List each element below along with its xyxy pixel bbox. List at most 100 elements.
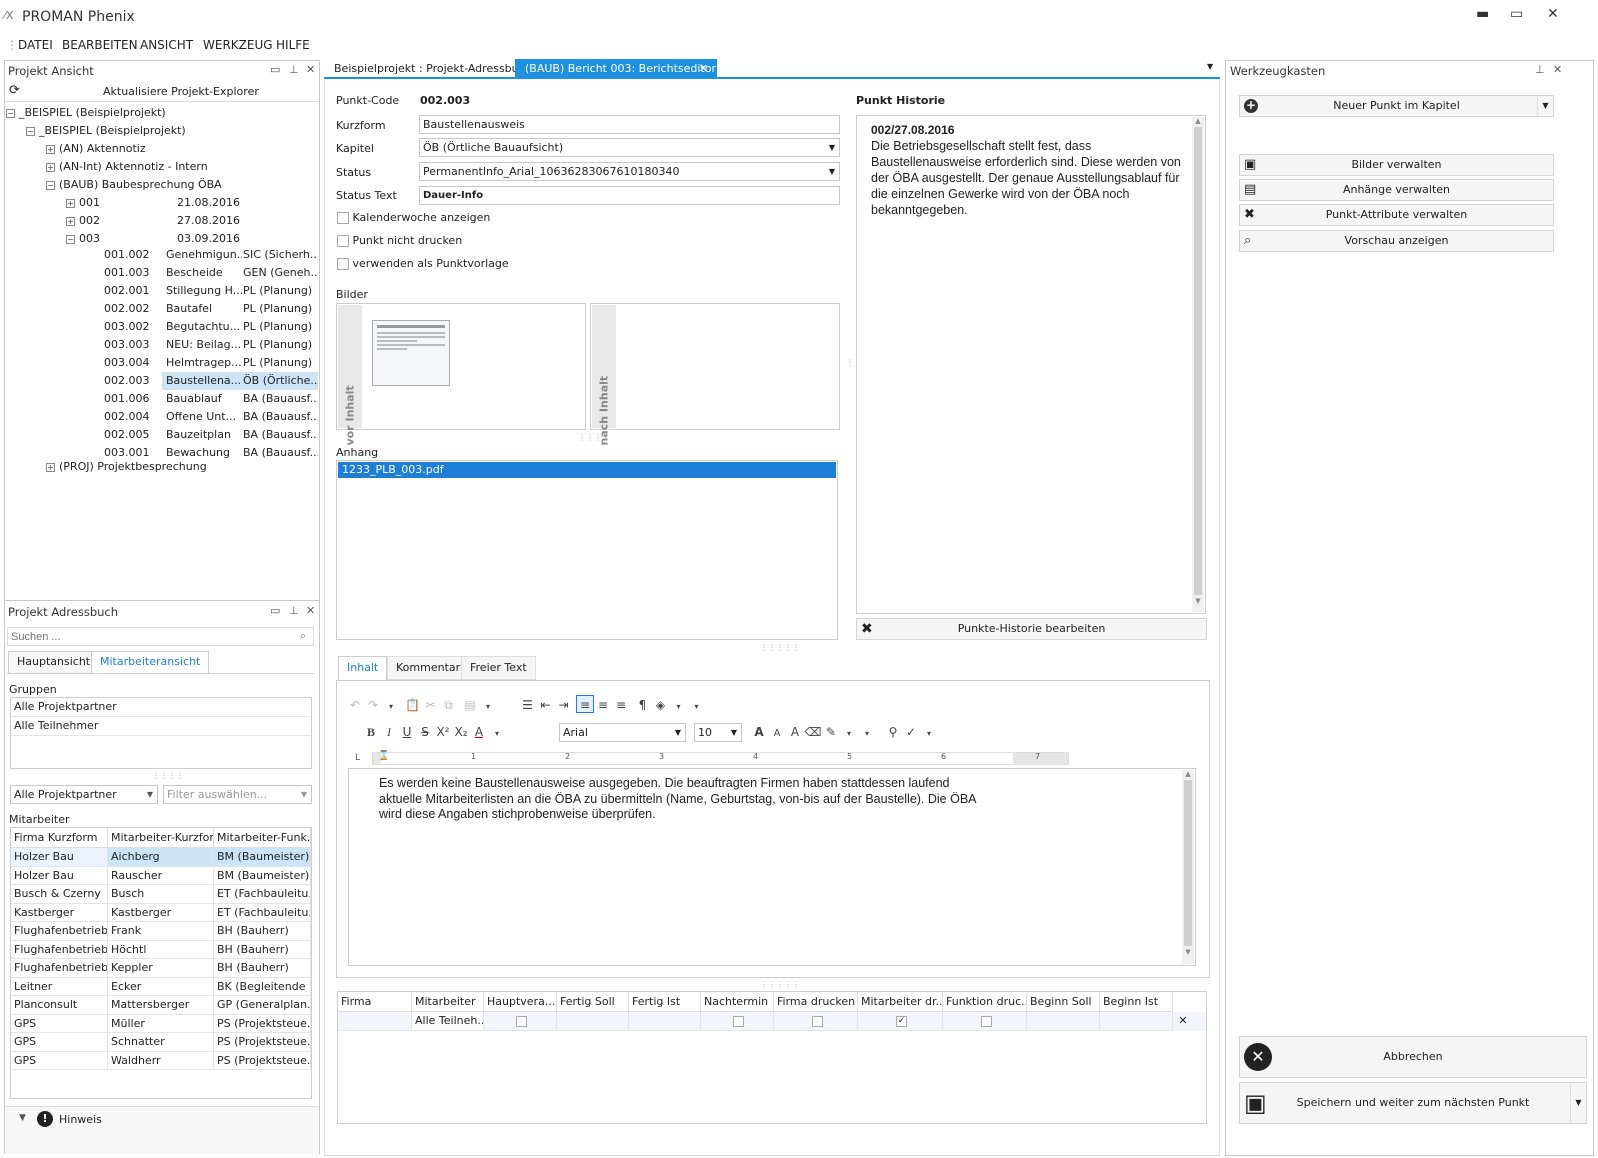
point-row[interactable]: 001.006 Bauablauf BA (Bauausf... bbox=[6, 390, 318, 408]
chevron-down-icon[interactable]: ▼ bbox=[1537, 96, 1553, 116]
tab-kommentar[interactable]: Kommentar bbox=[387, 656, 470, 680]
bold-icon[interactable]: B bbox=[362, 723, 380, 741]
italic-icon[interactable]: I bbox=[380, 723, 398, 741]
checkbox[interactable] bbox=[811, 1015, 823, 1027]
change-case-icon[interactable]: A bbox=[786, 723, 804, 741]
tree-node[interactable]: + (AN-Int) Aktennotiz - Intern bbox=[6, 158, 318, 176]
table-row[interactable]: Flughafenbetrieb Höchtl BH (Bauherr) bbox=[11, 940, 311, 959]
point-row[interactable]: 002.004 Offene Unt... BA (Bauausf... bbox=[6, 408, 318, 426]
list-icon[interactable]: ☰ bbox=[519, 696, 537, 714]
menu-werkzeug[interactable]: WERKZEUG bbox=[203, 38, 273, 52]
table-row[interactable]: GPS Schnatter PS (Projektsteue... bbox=[11, 1033, 311, 1052]
grid-cell[interactable] bbox=[629, 1012, 701, 1031]
checked-checkbox[interactable]: ✓ bbox=[896, 1015, 907, 1027]
kapitel-select[interactable]: ÖB (Örtliche Bauaufsicht) ▼ bbox=[419, 138, 840, 157]
nach-inhalt-box[interactable]: nach Inhalt bbox=[590, 303, 840, 446]
splitter-grip[interactable]: ⋮ bbox=[846, 358, 854, 367]
tab-hauptansicht[interactable]: Hauptansicht bbox=[8, 651, 100, 673]
collapse-icon[interactable]: ▼ bbox=[19, 1113, 26, 1123]
expand-icon[interactable]: + bbox=[66, 216, 75, 226]
column-header[interactable]: Mitarbeiter-Funk... bbox=[214, 828, 311, 848]
column-header[interactable]: Firma Kurzform bbox=[11, 828, 108, 848]
superscript-icon[interactable]: X² bbox=[434, 723, 452, 741]
tab-adressbuch[interactable]: Beispielprojekt : Projekt-Adressbuch bbox=[330, 61, 536, 77]
pin-icon[interactable]: ⊥ bbox=[1535, 63, 1545, 76]
refresh-bar[interactable]: ⟳ Aktualisiere Projekt-Explorer bbox=[5, 82, 319, 102]
overflow-icon[interactable]: ▾ bbox=[670, 698, 688, 716]
grid-cell[interactable] bbox=[774, 1012, 858, 1031]
align-right-icon[interactable]: ≡ bbox=[612, 696, 630, 714]
font-color-icon[interactable]: A bbox=[470, 723, 488, 741]
menu-bearbeiten[interactable]: BEARBEITEN bbox=[62, 38, 138, 52]
group-item[interactable]: Alle Teilnehmer bbox=[11, 717, 311, 736]
column-header[interactable]: Fertig Ist bbox=[629, 992, 701, 1012]
filter-select[interactable]: Filter auswählen... ▼ bbox=[163, 785, 312, 804]
tree-node[interactable]: + (AN) Aktennotiz bbox=[6, 140, 318, 158]
close-tab-icon[interactable]: ✕ bbox=[699, 59, 708, 78]
tree-node[interactable]: +001 21.08.2016 bbox=[6, 194, 318, 212]
tree-node[interactable]: − _BEISPIEL (Beispielprojekt) bbox=[6, 104, 318, 122]
column-header[interactable]: Mitarbeiter bbox=[412, 992, 484, 1012]
redo-icon[interactable]: ↷ bbox=[364, 696, 382, 714]
tab-berichtseditor[interactable]: (BAUB) Bericht 003: Berichtseditor ✕ bbox=[515, 59, 717, 79]
tree-node[interactable]: +002 27.08.2016 bbox=[6, 212, 318, 230]
editor-scrollbar[interactable]: ▲ ▼ bbox=[1182, 770, 1194, 964]
kw-checkbox[interactable] bbox=[337, 212, 349, 224]
subscript-icon[interactable]: X₂ bbox=[452, 723, 470, 741]
save-next-button[interactable]: ▣ Speichern und weiter zum nächsten Punk… bbox=[1239, 1082, 1587, 1124]
table-row[interactable]: Kastberger Kastberger ET (Fachbauleitu... bbox=[11, 903, 311, 922]
grid-cell[interactable]: ✓ bbox=[858, 1012, 943, 1031]
point-row[interactable]: 002.003 Baustellena... ÖB (Örtliche... bbox=[6, 372, 318, 390]
tree-node-proj[interactable]: + (PROJ) Projektbesprechung bbox=[46, 458, 207, 476]
close-window-button[interactable]: ✕ bbox=[1547, 6, 1559, 22]
address-search-input[interactable] bbox=[7, 627, 314, 646]
point-row[interactable]: 003.003 NEU: Beilag... PL (Planung) bbox=[6, 336, 318, 354]
restore-button[interactable]: ▭ bbox=[1510, 6, 1523, 22]
shrink-font-icon[interactable]: A bbox=[768, 725, 786, 743]
manage-images-button[interactable]: ▣ Bilder verwalten bbox=[1239, 154, 1554, 176]
expand-icon[interactable]: + bbox=[46, 162, 55, 172]
underline-icon[interactable]: U bbox=[398, 723, 416, 741]
overflow-icon[interactable]: ▾ bbox=[382, 698, 400, 716]
column-header[interactable]: Firma drucken bbox=[774, 992, 858, 1012]
table-row[interactable]: Flughafenbetrieb Keppler BH (Bauherr) bbox=[11, 959, 311, 978]
grid-cell[interactable] bbox=[1100, 1012, 1173, 1031]
tab-inhalt[interactable]: Inhalt bbox=[338, 656, 388, 680]
grid-cell[interactable] bbox=[557, 1012, 629, 1031]
close-panel-icon[interactable]: ✕ bbox=[306, 604, 315, 617]
grid-cell[interactable] bbox=[1027, 1012, 1100, 1031]
indent-marker-icon[interactable]: ⌛ bbox=[378, 751, 389, 761]
expand-icon[interactable]: + bbox=[46, 144, 55, 154]
copy-icon[interactable]: ⧉ bbox=[440, 696, 458, 714]
table-row[interactable]: Holzer Bau Rauscher BM (Baumeister) bbox=[11, 866, 311, 885]
highlight-icon[interactable]: ✎ bbox=[822, 723, 840, 741]
column-header[interactable]: Mitarbeiter dr... bbox=[858, 992, 943, 1012]
size-select[interactable]: 10 ▼ bbox=[694, 723, 742, 742]
column-header[interactable]: Funktion druc... bbox=[943, 992, 1027, 1012]
point-row[interactable]: 002.002 Bautafel PL (Planung) bbox=[6, 300, 318, 318]
refresh-icon[interactable]: ⟳ bbox=[9, 83, 20, 98]
grid-cell[interactable] bbox=[701, 1012, 774, 1031]
overflow-icon[interactable]: ▾ bbox=[920, 725, 938, 743]
checkbox[interactable] bbox=[516, 1015, 527, 1027]
minimize-button[interactable]: ▬ bbox=[1476, 6, 1489, 22]
grid-cell[interactable] bbox=[338, 1012, 412, 1031]
grid-cell[interactable]: Alle Teilneh... bbox=[412, 1012, 484, 1031]
scroll-thumb[interactable] bbox=[1194, 127, 1202, 595]
text-editor[interactable]: Es werden keine Baustellenausweise ausge… bbox=[348, 768, 1196, 966]
point-row[interactable]: 003.002 Begutachtu... PL (Planung) bbox=[6, 318, 318, 336]
column-header[interactable]: Fertig Soll bbox=[557, 992, 629, 1012]
preview-button[interactable]: ⌕ Vorschau anzeigen bbox=[1239, 230, 1554, 252]
cancel-button[interactable]: ✕ Abbrechen bbox=[1239, 1036, 1587, 1078]
checkbox[interactable] bbox=[980, 1015, 992, 1027]
manage-attachments-button[interactable]: ▤ Anhänge verwalten bbox=[1239, 179, 1554, 201]
cut-icon[interactable]: ✂ bbox=[422, 696, 440, 714]
manage-attributes-button[interactable]: ✖ Punkt-Attribute verwalten bbox=[1239, 204, 1554, 226]
anhang-item[interactable]: 1233_PLB_003.pdf bbox=[338, 462, 836, 478]
grid-cell[interactable] bbox=[484, 1012, 557, 1031]
expand-icon[interactable]: + bbox=[46, 462, 55, 472]
align-center-icon[interactable]: ≡ bbox=[594, 696, 612, 714]
expand-icon[interactable]: + bbox=[66, 198, 75, 208]
scroll-up-icon[interactable]: ▲ bbox=[1192, 117, 1204, 125]
column-header[interactable]: Firma bbox=[338, 992, 412, 1012]
